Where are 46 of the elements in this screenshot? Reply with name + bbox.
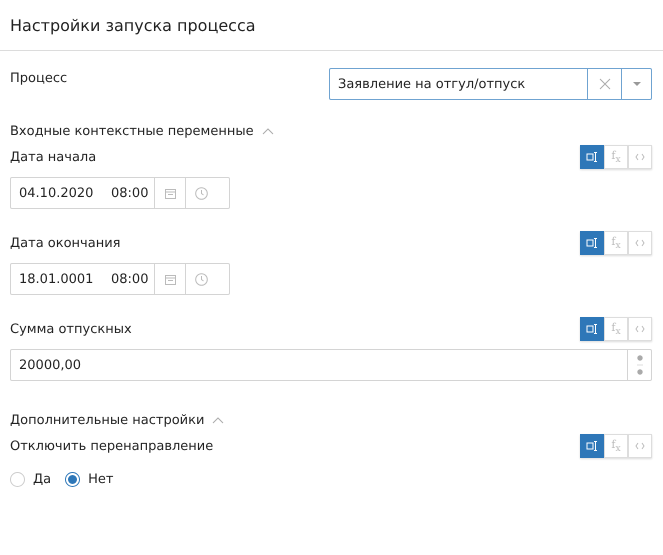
radio-label: Нет: [88, 472, 114, 487]
code-icon: [635, 442, 645, 450]
code-mode-button[interactable]: [628, 434, 652, 458]
spinner-icon: [636, 354, 642, 376]
field-label: Дата начала: [10, 150, 96, 164]
clear-icon[interactable]: [598, 78, 610, 90]
chevron-up-icon[interactable]: [262, 128, 274, 135]
field-label: Отключить перенаправление: [10, 438, 214, 454]
text-input-icon: [586, 440, 598, 452]
code-mode-button[interactable]: [628, 145, 652, 169]
date-value: 18.01.0001: [18, 270, 94, 288]
number-value: 20000,00: [18, 356, 82, 374]
process-select[interactable]: Заявление на отгул/отпуск: [329, 68, 652, 100]
input-mode-button[interactable]: [580, 434, 604, 458]
radio-label: Да: [33, 472, 52, 487]
process-value: Заявление на отгул/отпуск: [337, 76, 526, 94]
time-value: 08:00: [111, 270, 150, 288]
code-icon: [635, 239, 645, 247]
calendar-icon: [164, 188, 176, 198]
radio-button[interactable]: [65, 472, 80, 487]
field-label: Дата окончания: [10, 236, 120, 250]
text-input-icon: [586, 237, 598, 249]
input-mode-button[interactable]: [580, 145, 604, 169]
input-mode-button[interactable]: [580, 231, 604, 255]
code-icon: [635, 325, 645, 333]
text-input-icon: [586, 151, 598, 163]
calendar-icon: [164, 274, 176, 284]
section-title: Входные контекстные переменные: [10, 124, 254, 139]
code-mode-button[interactable]: [628, 317, 652, 341]
section-title: Дополнительные настройки: [10, 413, 204, 428]
field-label: Сумма отпускных: [10, 322, 132, 336]
time-value: 08:00: [111, 184, 150, 202]
caret-icon[interactable]: [632, 82, 640, 86]
input-mode-button[interactable]: [580, 317, 604, 341]
panel-title: Настройки запуска процесса: [10, 16, 256, 34]
date-time-field[interactable]: 18.01.0001 08:00: [10, 263, 230, 295]
clock-icon: [194, 272, 208, 286]
text-input-icon: [586, 323, 598, 335]
date-time-field[interactable]: 04.10.2020 08:00: [10, 177, 230, 209]
process-label: Процесс: [10, 71, 68, 86]
chevron-up-icon[interactable]: [212, 417, 224, 424]
code-icon: [635, 153, 645, 161]
code-mode-button[interactable]: [628, 231, 652, 255]
clock-icon: [194, 186, 208, 200]
date-value: 04.10.2020: [18, 184, 94, 202]
number-field[interactable]: 20000,00: [10, 349, 652, 381]
